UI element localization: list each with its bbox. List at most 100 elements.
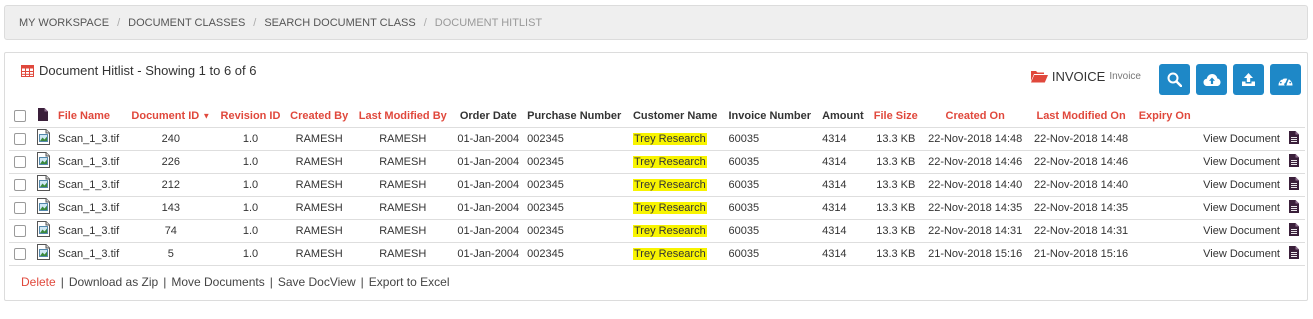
cell-customer-name: Trey Research bbox=[629, 195, 726, 219]
footer-separator: | bbox=[60, 275, 64, 289]
column-revision-id[interactable]: Revision ID bbox=[216, 105, 286, 127]
select-all-header bbox=[9, 105, 31, 127]
footer-separator: | bbox=[360, 275, 364, 289]
cell-created-by: RAMESH bbox=[285, 149, 354, 173]
column-expiry-on[interactable]: Expiry On bbox=[1134, 105, 1195, 127]
breadcrumb-search-document-class[interactable]: SEARCH DOCUMENT CLASS bbox=[264, 17, 415, 29]
cell-invoice-number: 60035 bbox=[725, 126, 820, 150]
file-type-header bbox=[31, 105, 55, 127]
document-icon[interactable] bbox=[1289, 153, 1299, 170]
cell-purchase-number: 002345 bbox=[524, 172, 630, 196]
table-row[interactable]: Scan_1_3.tif 74 1.0 RAMESH RAMESH 01-Jan-2004… bbox=[9, 218, 1305, 242]
cell-view-document: View Document bbox=[1195, 241, 1283, 266]
cell-purchase-number: 002345 bbox=[524, 218, 630, 242]
view-document-link[interactable]: View Document bbox=[1203, 179, 1280, 191]
row-checkbox[interactable] bbox=[14, 178, 26, 191]
view-document-link[interactable]: View Document bbox=[1203, 248, 1280, 260]
tif-file-icon bbox=[36, 198, 50, 217]
column-file-name[interactable]: File Name bbox=[55, 105, 126, 127]
customer-name-highlight: Trey Research bbox=[632, 247, 707, 260]
cell-last-modified-on: 22-Nov-2018 14:31 bbox=[1028, 218, 1135, 242]
cloud-upload-button[interactable] bbox=[1196, 64, 1227, 95]
cell-file-size: 13.3 KB bbox=[869, 149, 923, 173]
column-last-modified-on[interactable]: Last Modified On bbox=[1028, 105, 1134, 127]
cell-amount: 4314 bbox=[819, 218, 870, 242]
cell-created-on: 22-Nov-2018 14:40 bbox=[922, 172, 1029, 196]
tif-file-icon bbox=[36, 221, 50, 240]
breadcrumb-separator: / bbox=[253, 16, 257, 29]
download-zip-link[interactable]: Download as Zip bbox=[69, 275, 158, 289]
breadcrumb-document-hitlist: DOCUMENT HITLIST bbox=[434, 16, 543, 29]
row-checkbox[interactable] bbox=[14, 201, 26, 214]
table-row[interactable]: Scan_1_3.tif 240 1.0 RAMESH RAMESH 01-Jan-200… bbox=[9, 126, 1305, 150]
table-row[interactable]: Scan_1_3.tif 212 1.0 RAMESH RAMESH 01-Jan-200… bbox=[9, 172, 1305, 196]
cell-view-document: View Document bbox=[1195, 195, 1283, 219]
cell-view-document: View Document bbox=[1195, 218, 1283, 242]
cell-amount: 4314 bbox=[819, 172, 870, 196]
cell-document-icon bbox=[1283, 218, 1305, 242]
column-last-modified-by[interactable]: Last Modified By bbox=[353, 105, 452, 127]
customer-name-highlight: Trey Research bbox=[632, 201, 707, 214]
table-row[interactable]: Scan_1_3.tif 226 1.0 RAMESH RAMESH 01-Jan-200… bbox=[9, 149, 1305, 173]
breadcrumb: MY WORKSPACE / DOCUMENT CLASSES / SEARCH… bbox=[4, 5, 1308, 40]
search-button[interactable] bbox=[1159, 64, 1190, 95]
upload-icon bbox=[1242, 73, 1255, 86]
move-documents-link[interactable]: Move Documents bbox=[171, 275, 264, 289]
export-excel-link[interactable]: Export to Excel bbox=[369, 275, 450, 289]
cell-document-icon bbox=[1283, 195, 1305, 219]
view-document-link[interactable]: View Document bbox=[1203, 202, 1280, 214]
document-icon[interactable] bbox=[1289, 176, 1299, 193]
column-invoice-number: Invoice Number bbox=[728, 109, 812, 122]
cell-last-modified-on: 21-Nov-2018 15:16 bbox=[1028, 241, 1135, 266]
document-icon[interactable] bbox=[1289, 245, 1299, 262]
document-icon[interactable] bbox=[1289, 199, 1299, 216]
cell-customer-name: Trey Research bbox=[629, 241, 726, 266]
row-checkbox[interactable] bbox=[14, 224, 26, 237]
cell-revision-id: 1.0 bbox=[215, 172, 286, 196]
cell-expiry-on bbox=[1134, 126, 1196, 150]
cloud-upload-icon bbox=[1203, 73, 1220, 86]
tif-file-icon bbox=[36, 152, 50, 171]
cell-created-on: 21-Nov-2018 15:16 bbox=[922, 241, 1029, 266]
column-created-on[interactable]: Created On bbox=[922, 105, 1028, 127]
cell-purchase-number: 002345 bbox=[524, 241, 630, 266]
cell-file-size: 13.3 KB bbox=[869, 195, 923, 219]
view-document-link[interactable]: View Document bbox=[1203, 133, 1280, 145]
column-purchase-number: Purchase Number bbox=[527, 109, 622, 122]
cell-amount: 4314 bbox=[819, 241, 870, 266]
document-icon[interactable] bbox=[1289, 130, 1299, 147]
cell-last-modified-by: RAMESH bbox=[353, 126, 453, 150]
cell-revision-id: 1.0 bbox=[215, 149, 286, 173]
document-icon[interactable] bbox=[1289, 222, 1299, 239]
cell-expiry-on bbox=[1134, 149, 1196, 173]
cell-order-date: 01-Jan-2004 bbox=[452, 149, 525, 173]
cell-revision-id: 1.0 bbox=[215, 241, 286, 266]
cell-created-by: RAMESH bbox=[285, 241, 354, 266]
select-all-checkbox[interactable] bbox=[14, 109, 26, 122]
column-created-by[interactable]: Created By bbox=[285, 105, 353, 127]
search-icon bbox=[1167, 72, 1182, 87]
dashboard-button[interactable] bbox=[1270, 64, 1301, 95]
toolbar bbox=[1159, 64, 1301, 95]
view-document-link[interactable]: View Document bbox=[1203, 156, 1280, 168]
column-file-size[interactable]: File Size bbox=[869, 105, 922, 127]
table-row[interactable]: Scan_1_3.tif 143 1.0 RAMESH RAMESH 01-Jan-200… bbox=[9, 195, 1305, 219]
upload-button[interactable] bbox=[1233, 64, 1264, 95]
breadcrumb-document-classes[interactable]: DOCUMENT CLASSES bbox=[128, 17, 245, 29]
view-document-link[interactable]: View Document bbox=[1203, 225, 1280, 237]
delete-link[interactable]: Delete bbox=[21, 275, 56, 289]
breadcrumb-separator: / bbox=[117, 16, 121, 29]
folder-open-icon bbox=[1030, 71, 1048, 83]
row-checkbox[interactable] bbox=[14, 155, 26, 168]
breadcrumb-my-workspace[interactable]: MY WORKSPACE bbox=[19, 17, 109, 29]
table-row[interactable]: Scan_1_3.tif 5 1.0 RAMESH RAMESH 01-Jan-2004 0… bbox=[9, 241, 1305, 266]
column-customer-name: Customer Name bbox=[632, 109, 718, 122]
cell-last-modified-on: 22-Nov-2018 14:46 bbox=[1028, 149, 1135, 173]
cell-last-modified-by: RAMESH bbox=[353, 172, 453, 196]
save-docview-link[interactable]: Save DocView bbox=[278, 275, 356, 289]
row-checkbox[interactable] bbox=[14, 132, 26, 145]
cell-view-document: View Document bbox=[1195, 172, 1283, 196]
customer-name-highlight: Trey Research bbox=[632, 132, 707, 145]
column-document-id[interactable]: Document ID ▼ bbox=[126, 105, 216, 127]
row-checkbox[interactable] bbox=[14, 247, 26, 260]
